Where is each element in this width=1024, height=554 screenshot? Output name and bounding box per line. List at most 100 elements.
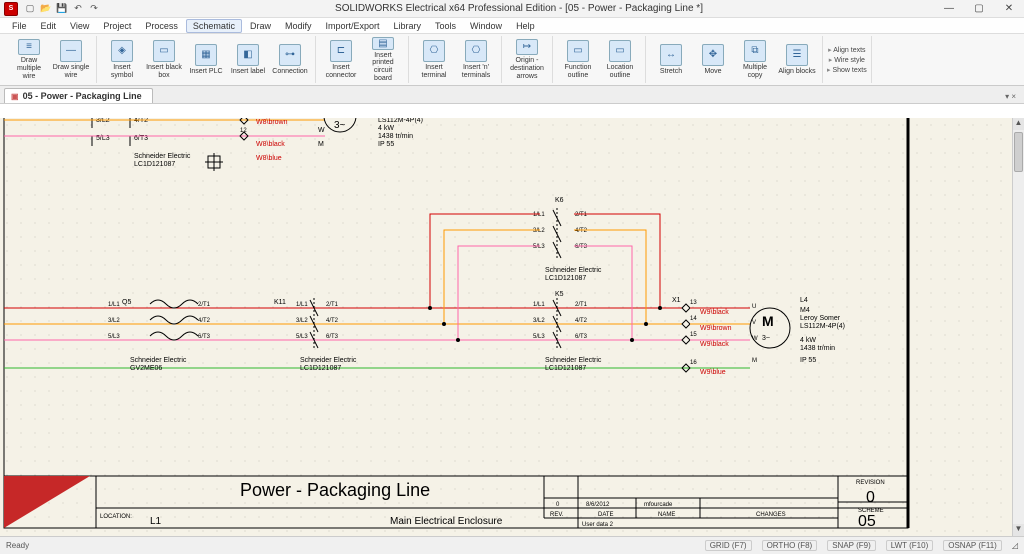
status-ortho[interactable]: ORTHO (F8) xyxy=(762,540,818,551)
svg-text:5/L3: 5/L3 xyxy=(108,334,120,340)
title-block: Power - Packaging Line 0 8/6/2012 mfourc… xyxy=(4,476,908,530)
svg-text:W8\blue: W8\blue xyxy=(256,155,282,162)
document-tab-strip: 05 - Power - Packaging Line ▾ × xyxy=(0,86,1024,104)
menu-edit[interactable]: Edit xyxy=(35,20,63,32)
draw-multiple-wire-button[interactable]: ≡Draw multiple wire xyxy=(8,37,50,83)
svg-text:Leroy Somer: Leroy Somer xyxy=(800,315,841,322)
status-grid[interactable]: GRID (F7) xyxy=(705,540,752,551)
svg-text:3/L2: 3/L2 xyxy=(96,118,110,124)
quick-access-toolbar[interactable]: ▢ 📂 💾 ↶ ↷ xyxy=(24,3,100,15)
align-blocks-button[interactable]: ☰Align blocks xyxy=(776,37,818,83)
vertical-scrollbar[interactable]: ▲ ▼ xyxy=(1012,118,1024,536)
origin-dest-arrows-button[interactable]: ↦Origin - destination arrows xyxy=(506,37,548,83)
ribbon-group-edit: ↔Stretch ✥Move ⧉Multiple copy ☰Align blo… xyxy=(646,36,823,83)
tab-dropdown-icon[interactable]: ▾ × xyxy=(1001,90,1020,103)
menu-schematic[interactable]: Schematic xyxy=(186,19,242,33)
function-outline-button[interactable]: ▭Function outline xyxy=(557,37,599,83)
component-k6[interactable]: K6 1/L12/T1 3/L24/T2 5/L36/T3 Schneider … xyxy=(533,197,602,282)
insert-n-terminals-button[interactable]: ⎔Insert 'n' terminals xyxy=(455,37,497,83)
close-button[interactable]: ✕ xyxy=(998,2,1020,16)
svg-text:0: 0 xyxy=(866,489,875,506)
minimize-button[interactable]: — xyxy=(938,2,960,16)
svg-text:U: U xyxy=(752,304,756,310)
move-button[interactable]: ✥Move xyxy=(692,37,734,83)
svg-text:M: M xyxy=(762,313,774,329)
svg-text:4/T2: 4/T2 xyxy=(326,318,339,324)
insert-symbol-button[interactable]: ◈Insert symbol xyxy=(101,37,143,83)
qat-redo-icon[interactable]: ↷ xyxy=(88,3,100,15)
insert-pcb-button[interactable]: ▤Insert printed circuit board xyxy=(362,37,404,83)
plc-icon: ▦ xyxy=(195,44,217,66)
menu-modify[interactable]: Modify xyxy=(279,20,318,32)
svg-text:8/6/2012: 8/6/2012 xyxy=(586,502,610,508)
ribbon-group-outline: ▭Function outline ▭Location outline xyxy=(553,36,646,83)
status-snap[interactable]: SNAP (F9) xyxy=(827,540,876,551)
menu-file[interactable]: File xyxy=(6,20,33,32)
scroll-up-icon[interactable]: ▲ xyxy=(1013,118,1024,130)
svg-text:X1: X1 xyxy=(672,297,681,304)
svg-text:2/T1: 2/T1 xyxy=(575,302,588,308)
svg-text:REV.: REV. xyxy=(550,512,564,518)
svg-text:3~: 3~ xyxy=(762,335,770,342)
svg-text:3/L2: 3/L2 xyxy=(296,318,308,324)
maximize-button[interactable]: ▢ xyxy=(968,2,990,16)
menu-process[interactable]: Process xyxy=(139,20,184,32)
menu-import[interactable]: Import/Export xyxy=(319,20,385,32)
svg-text:Q5: Q5 xyxy=(122,299,131,306)
insert-plc-button[interactable]: ▦Insert PLC xyxy=(185,37,227,83)
menu-help[interactable]: Help xyxy=(510,20,541,32)
scroll-thumb[interactable] xyxy=(1014,132,1023,172)
svg-text:14: 14 xyxy=(690,316,697,322)
connection-icon: ⊶ xyxy=(279,44,301,66)
status-lwt[interactable]: LWT (F10) xyxy=(886,540,933,551)
qat-save-icon[interactable]: 💾 xyxy=(56,3,68,15)
svg-text:LOCATION:: LOCATION: xyxy=(100,514,132,520)
insert-blackbox-button[interactable]: ▭Insert black box xyxy=(143,37,185,83)
svg-text:15: 15 xyxy=(690,332,697,338)
top-contactor: 3/L24/T2 5/L36/T3 Schneider Electric LC1… xyxy=(92,118,223,171)
component-motor-l4[interactable]: M 3~ U V W M L4 M4 Leroy Somer LS112M-4P… xyxy=(750,297,845,364)
location-outline-button[interactable]: ▭Location outline xyxy=(599,37,641,83)
menu-bar[interactable]: File Edit View Project Process Schematic… xyxy=(0,18,1024,34)
svg-text:4/T2: 4/T2 xyxy=(575,318,588,324)
svg-text:V: V xyxy=(318,118,323,119)
menu-project[interactable]: Project xyxy=(97,20,137,32)
show-texts-opt[interactable]: Show texts xyxy=(827,66,867,74)
component-x1[interactable]: X1 13 14 15 16 W9\black W9\brown W9\blac… xyxy=(672,297,732,376)
insert-connector-button[interactable]: ⊏Insert connector xyxy=(320,37,362,83)
component-k11[interactable]: K11 1/L12/T1 3/L24/T2 5/L36/T3 Schneider… xyxy=(274,298,357,372)
menu-window[interactable]: Window xyxy=(464,20,508,32)
menu-view[interactable]: View xyxy=(64,20,95,32)
schematic-canvas[interactable]: 3/L24/T2 5/L36/T3 Schneider Electric LC1… xyxy=(0,118,1012,536)
ribbon-group-wires: ≡Draw multiple wire —Draw single wire xyxy=(4,36,97,83)
ribbon-group-insert2: ⊏Insert connector ▤Insert printed circui… xyxy=(316,36,409,83)
symbol-icon: ◈ xyxy=(111,40,133,62)
insert-label-button[interactable]: ◧Insert label xyxy=(227,37,269,83)
svg-text:K5: K5 xyxy=(555,291,564,298)
menu-draw[interactable]: Draw xyxy=(244,20,277,32)
svg-text:6/T3: 6/T3 xyxy=(198,334,211,340)
component-k5[interactable]: K5 1/L12/T1 3/L24/T2 5/L36/T3 Schneider … xyxy=(533,291,602,372)
menu-tools[interactable]: Tools xyxy=(429,20,462,32)
insert-terminal-button[interactable]: ⎔Insert terminal xyxy=(413,37,455,83)
status-corner-icon[interactable]: ◿ xyxy=(1012,541,1018,550)
svg-text:Schneider Electric: Schneider Electric xyxy=(545,357,602,364)
multicopy-button[interactable]: ⧉Multiple copy xyxy=(734,37,776,83)
menu-library[interactable]: Library xyxy=(388,20,428,32)
qat-open-icon[interactable]: 📂 xyxy=(40,3,52,15)
draw-single-wire-button[interactable]: —Draw single wire xyxy=(50,37,92,83)
svg-text:LS112M-4P(4): LS112M-4P(4) xyxy=(800,323,845,330)
qat-new-icon[interactable]: ▢ xyxy=(24,3,36,15)
component-q5[interactable]: Q5 1/L12/T1 3/L24/T2 5/L36/T3 Schneider … xyxy=(108,299,211,372)
svg-text:3~: 3~ xyxy=(334,120,346,131)
qat-undo-icon[interactable]: ↶ xyxy=(72,3,84,15)
move-icon: ✥ xyxy=(702,44,724,66)
scroll-down-icon[interactable]: ▼ xyxy=(1013,524,1024,536)
connection-button[interactable]: ⊶Connection xyxy=(269,37,311,83)
status-osnap[interactable]: OSNAP (F11) xyxy=(943,540,1002,551)
wire-style-opt[interactable]: Wire style xyxy=(829,56,865,64)
align-texts-opt[interactable]: Align texts xyxy=(828,46,865,54)
document-tab[interactable]: 05 - Power - Packaging Line xyxy=(4,88,153,103)
stretch-button[interactable]: ↔Stretch xyxy=(650,37,692,83)
align-icon: ☰ xyxy=(786,44,808,66)
